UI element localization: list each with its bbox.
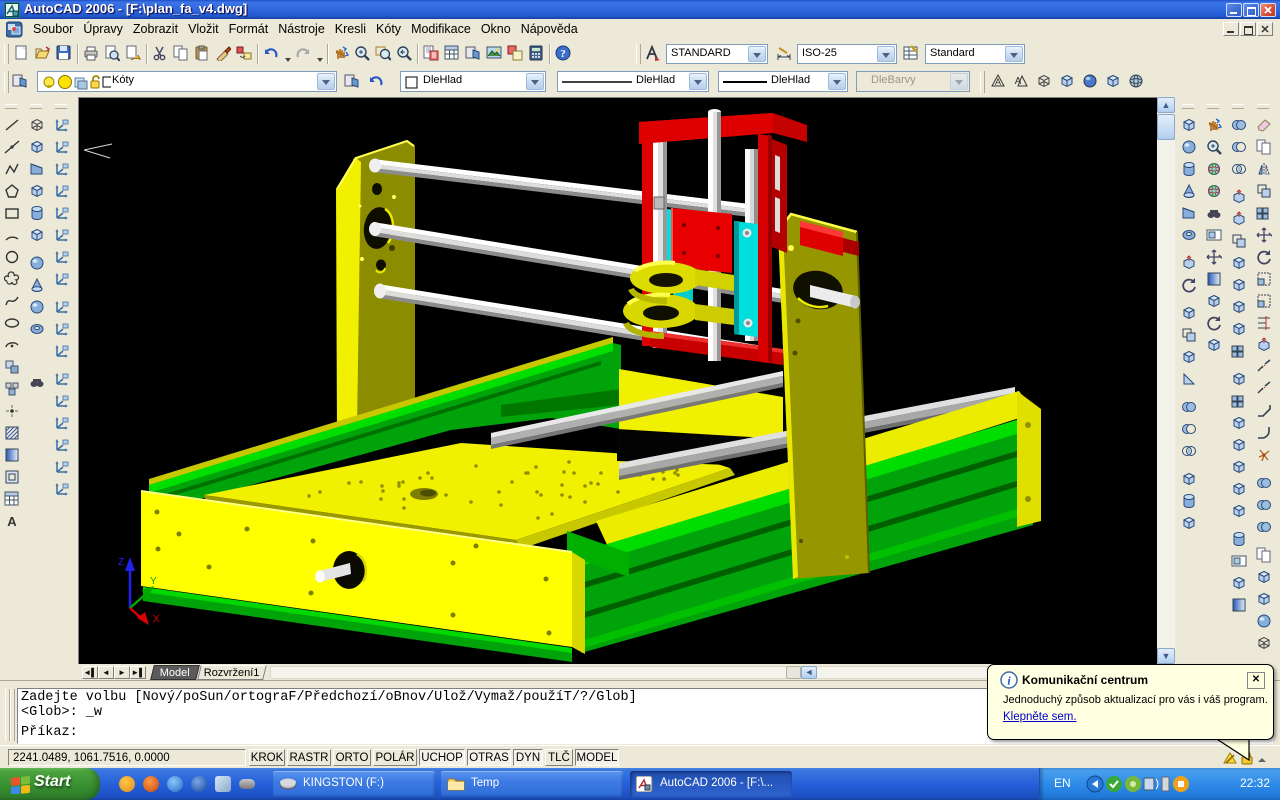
- svg-text:A: A: [995, 77, 1001, 87]
- svg-text:Y: Y: [150, 576, 157, 587]
- svg-text:?: ?: [560, 48, 566, 60]
- svg-text:Z: Z: [118, 557, 124, 568]
- svg-text:A: A: [7, 514, 17, 529]
- svg-text:X: X: [153, 614, 160, 625]
